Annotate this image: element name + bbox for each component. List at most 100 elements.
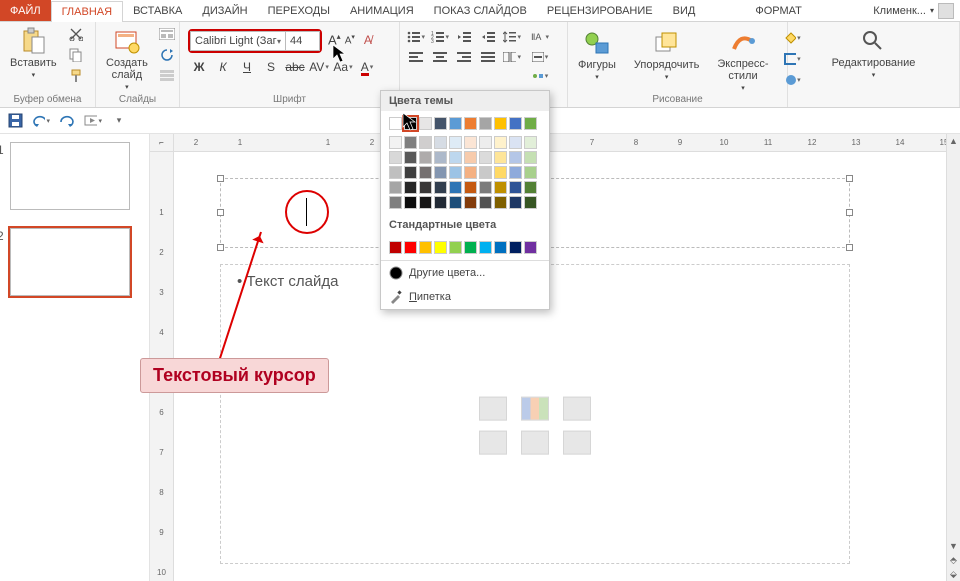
color-swatch[interactable]	[509, 196, 522, 209]
tab-insert[interactable]: ВСТАВКА	[123, 0, 192, 21]
color-swatch[interactable]	[389, 151, 402, 164]
color-swatch[interactable]	[509, 136, 522, 149]
color-swatch[interactable]	[464, 181, 477, 194]
tab-review[interactable]: РЕЦЕНЗИРОВАНИЕ	[537, 0, 663, 21]
color-swatch[interactable]	[524, 136, 537, 149]
color-swatch[interactable]	[389, 181, 402, 194]
color-swatch[interactable]	[494, 196, 507, 209]
color-swatch[interactable]	[434, 136, 447, 149]
resize-handle[interactable]	[217, 175, 224, 182]
insert-picture-icon[interactable]	[479, 431, 507, 455]
color-swatch[interactable]	[449, 181, 462, 194]
italic-button[interactable]: К	[214, 59, 232, 75]
color-swatch[interactable]	[494, 181, 507, 194]
tab-file[interactable]: ФАЙЛ	[0, 0, 51, 21]
align-right-button[interactable]	[454, 49, 474, 65]
shapes-button[interactable]: Фигуры▾	[574, 27, 620, 83]
color-swatch[interactable]	[419, 136, 432, 149]
color-swatch[interactable]	[509, 166, 522, 179]
color-swatch[interactable]	[464, 166, 477, 179]
smartart-button[interactable]: ▾	[530, 68, 550, 84]
color-swatch[interactable]	[389, 136, 402, 149]
color-swatch[interactable]	[449, 241, 462, 254]
color-swatch[interactable]	[419, 166, 432, 179]
more-colors-button[interactable]: Другие цвета...	[381, 261, 549, 285]
resize-handle[interactable]	[217, 209, 224, 216]
bullets-button[interactable]: ▾	[406, 29, 426, 45]
qat-customize-icon[interactable]: ▾	[110, 112, 128, 130]
color-swatch[interactable]	[494, 151, 507, 164]
align-center-button[interactable]	[430, 49, 450, 65]
tab-view[interactable]: ВИД	[663, 0, 706, 21]
color-swatch[interactable]	[419, 196, 432, 209]
color-swatch[interactable]	[464, 241, 477, 254]
arrange-button[interactable]: Упорядочить▾	[630, 27, 703, 83]
color-swatch[interactable]	[449, 151, 462, 164]
color-swatch[interactable]	[389, 196, 402, 209]
find-button[interactable]: Редактирование▾	[828, 25, 920, 81]
line-spacing-button[interactable]: ▾	[502, 29, 522, 45]
paste-button[interactable]: Вставить ▾	[6, 25, 61, 81]
text-direction-button[interactable]: ⅡA▾	[530, 29, 550, 45]
start-slideshow-icon[interactable]: ▾	[84, 112, 102, 130]
color-swatch[interactable]	[464, 196, 477, 209]
undo-icon[interactable]: ▾	[32, 112, 50, 130]
color-swatch[interactable]	[464, 136, 477, 149]
char-spacing-button[interactable]: AV▾	[310, 59, 328, 75]
color-swatch[interactable]	[449, 166, 462, 179]
reset-icon[interactable]	[158, 46, 176, 64]
color-swatch[interactable]	[434, 151, 447, 164]
numbering-button[interactable]: 123▾	[430, 29, 450, 45]
font-color-button[interactable]: A▾	[358, 59, 376, 75]
vertical-scrollbar[interactable]: ▲ ▼ ⬘ ⬙	[946, 134, 960, 581]
color-swatch[interactable]	[404, 117, 417, 130]
tab-format[interactable]: ФОРМАТ	[745, 0, 812, 21]
color-swatch[interactable]	[449, 117, 462, 130]
color-swatch[interactable]	[404, 151, 417, 164]
color-swatch[interactable]	[464, 117, 477, 130]
color-swatch[interactable]	[389, 117, 402, 130]
save-icon[interactable]	[6, 112, 24, 130]
color-swatch[interactable]	[509, 151, 522, 164]
color-swatch[interactable]	[389, 241, 402, 254]
shadow-button[interactable]: S	[262, 59, 280, 75]
color-swatch[interactable]	[464, 151, 477, 164]
section-icon[interactable]	[158, 67, 176, 85]
color-swatch[interactable]	[434, 166, 447, 179]
align-left-button[interactable]	[406, 49, 426, 65]
insert-chart-icon[interactable]	[521, 397, 549, 421]
color-swatch[interactable]	[524, 196, 537, 209]
insert-online-picture-icon[interactable]	[521, 431, 549, 455]
color-swatch[interactable]	[494, 136, 507, 149]
justify-button[interactable]	[478, 49, 498, 65]
color-swatch[interactable]	[524, 151, 537, 164]
color-swatch[interactable]	[494, 241, 507, 254]
bold-button[interactable]: Ж	[190, 59, 208, 75]
strike-button[interactable]: abc	[286, 59, 304, 75]
tab-slideshow[interactable]: ПОКАЗ СЛАЙДОВ	[424, 0, 537, 21]
layout-icon[interactable]	[158, 25, 176, 43]
columns-button[interactable]: ▾	[502, 49, 522, 65]
color-swatch[interactable]	[479, 241, 492, 254]
new-slide-button[interactable]: Создать слайд ▾	[102, 25, 152, 93]
format-painter-icon[interactable]	[67, 67, 85, 85]
resize-handle[interactable]	[846, 209, 853, 216]
color-swatch[interactable]	[419, 241, 432, 254]
color-swatch[interactable]	[524, 166, 537, 179]
underline-button[interactable]: Ч	[238, 59, 256, 75]
grow-font-icon[interactable]: A▴	[328, 32, 341, 47]
shrink-font-icon[interactable]: A▾	[345, 33, 355, 46]
tab-design[interactable]: ДИЗАЙН	[192, 0, 257, 21]
color-swatch[interactable]	[479, 117, 492, 130]
increase-indent-button[interactable]	[478, 29, 498, 45]
color-swatch[interactable]	[449, 136, 462, 149]
change-case-button[interactable]: Aa▾	[334, 59, 352, 75]
color-swatch[interactable]	[479, 136, 492, 149]
color-swatch[interactable]	[479, 196, 492, 209]
font-size-input[interactable]: 44	[286, 31, 320, 51]
insert-smartart-icon[interactable]	[563, 397, 591, 421]
tab-home[interactable]: ГЛАВНАЯ	[51, 1, 123, 22]
color-swatch[interactable]	[404, 181, 417, 194]
color-swatch[interactable]	[419, 117, 432, 130]
redo-icon[interactable]	[58, 112, 76, 130]
